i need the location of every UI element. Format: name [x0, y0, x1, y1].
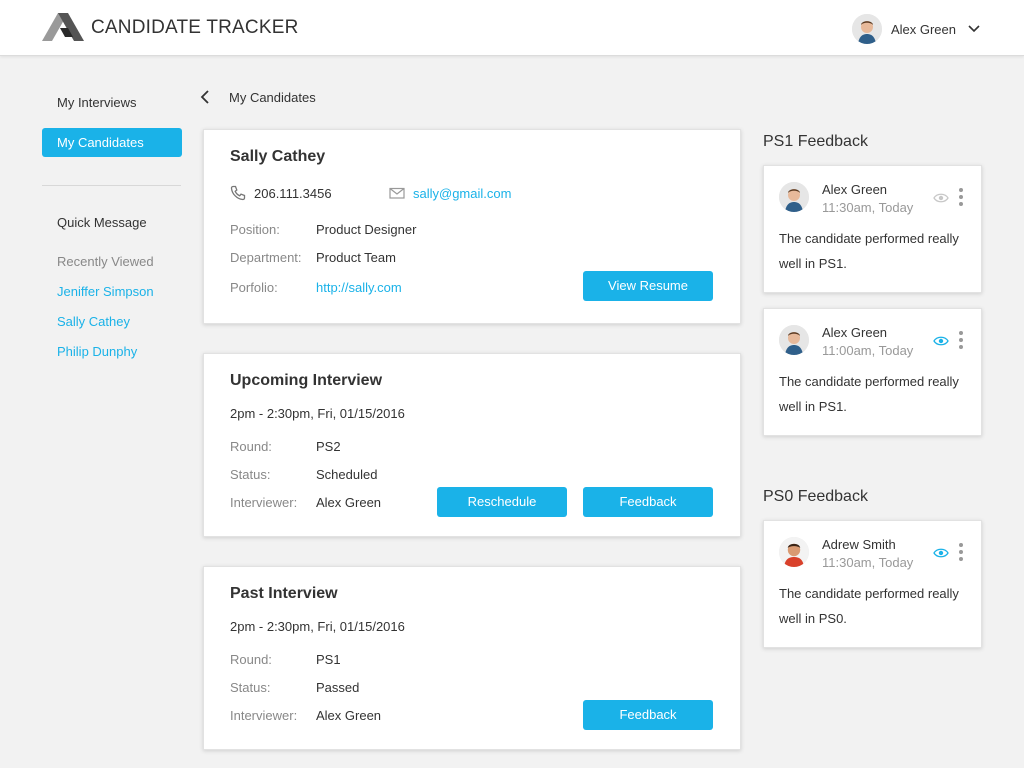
email-link[interactable]: sally@gmail.com — [413, 186, 511, 201]
past-status-label: Status: — [230, 680, 271, 695]
round-row: Round: PS2 — [230, 439, 341, 454]
candidate-phone: 206.111.3456 — [230, 185, 332, 201]
feedback-text: The candidate performed really well in P… — [779, 586, 959, 626]
past-interviewer-label: Interviewer: — [230, 708, 298, 723]
candidate-card: Sally Cathey 206.111.3456 sally@gmail.co… — [203, 129, 741, 324]
recently-viewed-label: Recently Viewed — [57, 254, 154, 269]
chevron-down-icon[interactable] — [968, 25, 980, 33]
interviewer-row: Interviewer: Alex Green — [230, 495, 381, 510]
breadcrumb-label: My Candidates — [229, 89, 316, 105]
ps1-feedback-heading: PS1 Feedback — [763, 133, 868, 150]
eye-icon[interactable] — [933, 192, 949, 204]
user-menu[interactable]: Alex Green — [851, 14, 980, 44]
feedback-card: Alex Green 11:00am, Today The candidate … — [763, 308, 982, 436]
past-status-row: Status: Passed — [230, 680, 359, 695]
mail-icon — [389, 187, 405, 199]
candidate-email: sally@gmail.com — [389, 185, 511, 201]
past-round-row: Round: PS1 — [230, 652, 341, 667]
eye-icon[interactable] — [933, 547, 949, 559]
status-row: Status: Scheduled — [230, 467, 377, 482]
view-resume-button[interactable]: View Resume — [583, 271, 713, 301]
ps0-feedback-heading: PS0 Feedback — [763, 488, 868, 505]
past-status-value: Passed — [316, 680, 360, 695]
feedback-card: Alex Green 11:30am, Today The candidate … — [763, 165, 982, 293]
status-label: Status: — [230, 467, 271, 482]
logo-icon[interactable] — [42, 13, 84, 41]
recent-link-philip-dunphy[interactable]: Philip Dunphy — [42, 344, 182, 359]
status-value: Scheduled — [316, 467, 378, 482]
feedback-author: Alex Green — [822, 325, 888, 340]
interviewer-value: Alex Green — [316, 495, 382, 510]
past-interview-title: Past Interview — [230, 585, 338, 602]
breadcrumb: My Candidates — [200, 89, 316, 105]
round-value: PS2 — [316, 439, 341, 454]
feedback-time: 11:30am, Today — [822, 555, 914, 570]
sidebar-divider — [42, 185, 181, 186]
upcoming-interview-title: Upcoming Interview — [230, 372, 383, 389]
feedback-text: The candidate performed really well in P… — [779, 231, 959, 271]
recent-link-sally-cathey[interactable]: Sally Cathey — [42, 314, 182, 329]
user-avatar — [851, 14, 882, 44]
app-title: CANDIDATE TRACKER — [91, 17, 299, 38]
candidate-name: Sally Cathey — [230, 148, 326, 165]
position-row: Position: Product Designer — [230, 222, 416, 237]
upcoming-feedback-button[interactable]: Feedback — [583, 487, 713, 517]
phone-number: 206.111.3456 — [254, 185, 332, 201]
past-interview-card: Past Interview 2pm - 2:30pm, Fri, 01/15/… — [203, 566, 741, 750]
eye-icon[interactable] — [933, 335, 949, 347]
past-round-value: PS1 — [316, 652, 341, 667]
reschedule-button[interactable]: Reschedule — [437, 487, 567, 517]
sidebar-item-my-candidates[interactable]: My Candidates — [42, 128, 182, 157]
back-icon[interactable] — [200, 89, 210, 105]
department-row: Department: Product Team — [230, 250, 396, 265]
upcoming-interview-datetime: 2pm - 2:30pm, Fri, 01/15/2016 — [230, 406, 405, 421]
avatar — [779, 325, 809, 355]
avatar — [779, 182, 809, 212]
user-name: Alex Green — [890, 21, 956, 37]
more-vertical-icon[interactable] — [958, 187, 964, 207]
avatar — [779, 537, 809, 567]
feedback-author: Adrew Smith — [822, 537, 896, 552]
round-label: Round: — [230, 439, 272, 454]
interviewer-label: Interviewer: — [230, 495, 298, 510]
portfolio-link[interactable]: http://sally.com — [316, 280, 402, 295]
past-interview-datetime: 2pm - 2:30pm, Fri, 01/15/2016 — [230, 619, 405, 634]
past-round-label: Round: — [230, 652, 272, 667]
feedback-time: 11:30am, Today — [822, 200, 914, 215]
department-value: Product Team — [316, 250, 396, 265]
top-header: CANDIDATE TRACKER Alex Green — [0, 0, 1024, 56]
sidebar-item-my-interviews[interactable]: My Interviews — [42, 88, 182, 117]
department-label: Department: — [230, 250, 302, 265]
portfolio-row: Porfolio: http://sally.com — [230, 280, 402, 295]
feedback-text: The candidate performed really well in P… — [779, 374, 959, 414]
recent-link-jeniffer-simpson[interactable]: Jeniffer Simpson — [42, 284, 182, 299]
portfolio-label: Porfolio: — [230, 280, 278, 295]
more-vertical-icon[interactable] — [958, 330, 964, 350]
sidebar: My Interviews My Candidates Quick Messag… — [42, 88, 182, 359]
upcoming-interview-card: Upcoming Interview 2pm - 2:30pm, Fri, 01… — [203, 353, 741, 537]
position-label: Position: — [230, 222, 280, 237]
past-feedback-button[interactable]: Feedback — [583, 700, 713, 730]
more-vertical-icon[interactable] — [958, 542, 964, 562]
feedback-time: 11:00am, Today — [822, 343, 914, 358]
past-interviewer-row: Interviewer: Alex Green — [230, 708, 381, 723]
sidebar-item-quick-message[interactable]: Quick Message — [42, 215, 182, 230]
phone-icon — [230, 185, 246, 201]
position-value: Product Designer — [316, 222, 417, 237]
feedback-card: Adrew Smith 11:30am, Today The candidate… — [763, 520, 982, 648]
past-interviewer-value: Alex Green — [316, 708, 382, 723]
feedback-author: Alex Green — [822, 182, 888, 197]
